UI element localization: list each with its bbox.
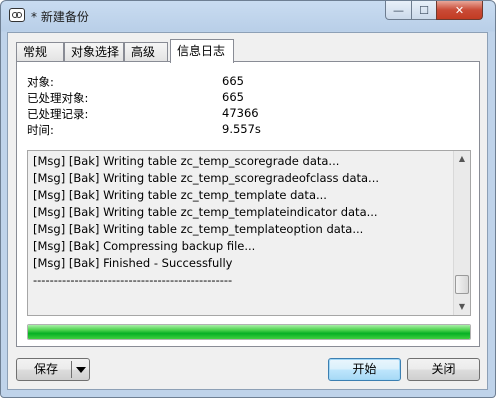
minimize-button[interactable]: — xyxy=(385,1,412,20)
dialog-body: 常规 对象选择 高级 信息日志 对象: 665 已处理对象: 665 已处理记录… xyxy=(7,32,488,390)
title-bar[interactable]: * 新建备份 — ☐ ✕ xyxy=(1,1,495,31)
progress-fill xyxy=(28,325,470,339)
log-scrollbar[interactable]: ▲ ▼ xyxy=(453,151,470,315)
stat-label: 已处理对象: xyxy=(27,91,89,105)
log-line: [Msg] [Bak] Writing table zc_temp_scoreg… xyxy=(33,171,380,185)
save-button-label: 保存 xyxy=(34,362,59,376)
backup-progress-bar xyxy=(27,324,471,340)
close-button[interactable]: 关闭 xyxy=(407,358,480,381)
log-textbox[interactable]: [Msg] [Bak] Writing table zc_temp_scoreg… xyxy=(27,150,471,316)
log-line: [Msg] [Bak] Writing table zc_temp_templa… xyxy=(33,205,378,219)
stat-label: 已处理记录: xyxy=(27,107,89,121)
stat-value: 9.557s xyxy=(222,122,261,136)
window-title: * 新建备份 xyxy=(31,10,89,24)
log-line: [Msg] [Bak] Finished - Successfully xyxy=(33,256,233,270)
maximize-button[interactable]: ☐ xyxy=(411,1,437,20)
backup-window: * 新建备份 — ☐ ✕ 常规 对象选择 高级 信息日志 对象: 665 已处理… xyxy=(0,0,496,398)
log-line: [Msg] [Bak] Writing table zc_temp_scoreg… xyxy=(33,154,340,168)
log-line: [Msg] [Bak] Compressing backup file... xyxy=(33,239,256,253)
stat-label: 对象: xyxy=(27,75,54,89)
scroll-thumb[interactable] xyxy=(455,275,469,294)
scroll-down-icon[interactable]: ▼ xyxy=(454,299,470,315)
stat-value: 665 xyxy=(222,74,244,88)
tab-message-log[interactable]: 信息日志 xyxy=(170,39,234,63)
log-line: [Msg] [Bak] Writing table zc_temp_templa… xyxy=(33,188,327,202)
scroll-up-icon[interactable]: ▲ xyxy=(454,151,470,167)
stat-value: 665 xyxy=(222,90,244,104)
dropdown-arrow-icon[interactable] xyxy=(76,367,86,373)
tab-advanced[interactable]: 高级 xyxy=(124,42,168,62)
close-window-button[interactable]: ✕ xyxy=(436,1,483,20)
stat-value: 47366 xyxy=(222,106,259,120)
log-lines: [Msg] [Bak] Writing table zc_temp_scoreg… xyxy=(33,153,451,289)
start-button[interactable]: 开始 xyxy=(328,358,401,381)
save-split-button[interactable]: 保存 xyxy=(16,358,90,381)
app-icon xyxy=(9,8,25,22)
tab-general[interactable]: 常规 xyxy=(16,42,64,62)
stat-label: 时间: xyxy=(27,123,54,137)
message-log-panel: 对象: 665 已处理对象: 665 已处理记录: 47366 时间: 9.55… xyxy=(16,61,480,347)
tab-object-selection[interactable]: 对象选择 xyxy=(64,42,124,62)
split-divider xyxy=(71,361,72,378)
log-line: [Msg] [Bak] Writing table zc_temp_templa… xyxy=(33,222,364,236)
log-separator: ----------------------------------------… xyxy=(33,273,233,287)
